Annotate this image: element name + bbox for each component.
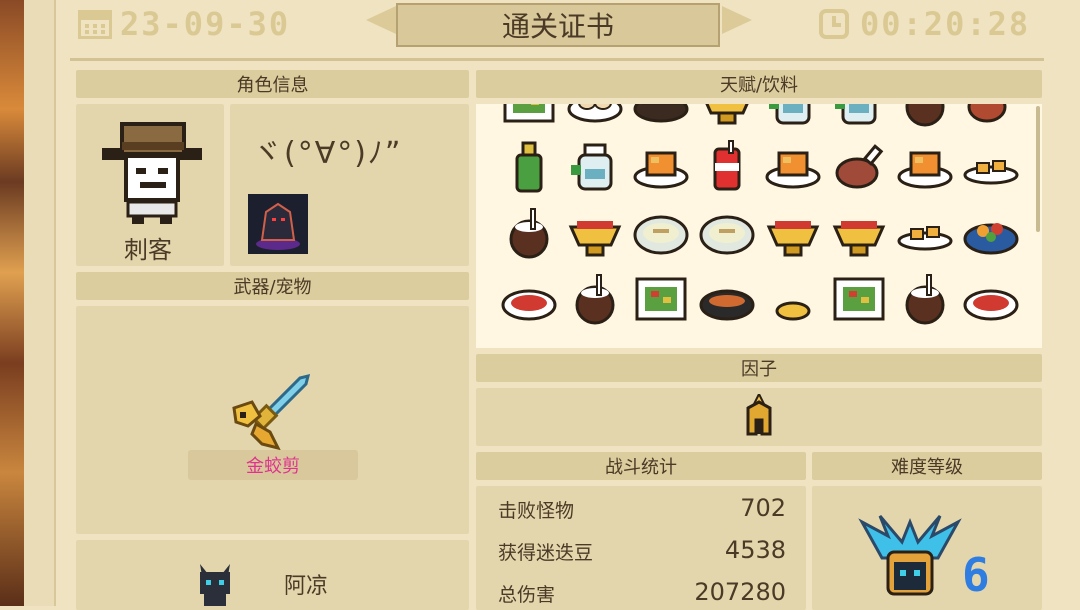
stat-label-kills: 击败怪物 (498, 500, 575, 522)
salad-plate-icon[interactable] (826, 266, 892, 332)
cookie-plate-icon[interactable] (958, 134, 1024, 200)
pet-name: 阿凉 (284, 574, 329, 599)
clock-icon (819, 9, 849, 39)
meat-leg-icon[interactable] (958, 104, 1024, 134)
stat-label-damage: 总伤害 (498, 584, 556, 606)
green-bottle-icon[interactable] (496, 134, 562, 200)
assassin-character-icon (102, 122, 202, 224)
background-edge (0, 0, 24, 606)
spartan-helmet-icon[interactable] (744, 394, 774, 440)
difficulty-header: 难度等级 (812, 452, 1042, 480)
red-plate-icon[interactable] (958, 266, 1024, 332)
ribbon-left (366, 6, 396, 34)
pet-card (76, 540, 469, 610)
dumpling-plate-icon[interactable] (562, 104, 628, 134)
potion-bottle-icon[interactable] (562, 134, 628, 200)
stat-label-beans: 获得迷迭豆 (498, 542, 594, 564)
difficulty-level: 6 (962, 548, 990, 602)
calendar-icon (78, 10, 112, 39)
black-cat-icon (200, 564, 230, 606)
factor-section-header: 因子 (476, 354, 1042, 382)
winged-demon-badge-icon (858, 515, 962, 596)
role-name: 刺客 (124, 236, 172, 264)
gold-bowl-icon[interactable] (760, 200, 826, 266)
stat-value-kills: 702 (740, 494, 786, 522)
coconut-drink-icon[interactable] (892, 104, 958, 134)
salad-plate-icon[interactable] (628, 266, 694, 332)
coconut-drink-icon[interactable] (562, 266, 628, 332)
weapon-name-label: 金蛟剪 (188, 450, 358, 480)
gold-bowl-icon[interactable] (826, 200, 892, 266)
potion-bottle-icon[interactable] (760, 104, 826, 134)
ribbon-right (722, 6, 752, 34)
date-text: 23-09-30 (120, 5, 291, 43)
noodle-bowl-icon[interactable] (628, 200, 694, 266)
soda-can-icon[interactable] (694, 134, 760, 200)
cake-plate-icon[interactable] (892, 134, 958, 200)
character-section-header: 角色信息 (76, 70, 469, 98)
talents-grid[interactable] (476, 104, 1042, 348)
elapsed-time-text: 00:20:28 (860, 5, 1031, 43)
dark-hooded-character-icon (248, 194, 308, 254)
cookie-plate-icon[interactable] (892, 200, 958, 266)
fruit-bowl-icon[interactable] (958, 200, 1024, 266)
salad-plate-icon[interactable] (496, 104, 562, 134)
small-bowl-icon[interactable] (760, 266, 826, 332)
coconut-drink-icon[interactable] (892, 266, 958, 332)
roast-chicken-icon[interactable] (628, 104, 694, 134)
gold-bowl-icon[interactable] (562, 200, 628, 266)
coconut-drink-icon[interactable] (496, 200, 562, 266)
certificate-title: 通关证书 (396, 3, 720, 47)
soup-bowl-icon[interactable] (694, 266, 760, 332)
cake-plate-icon[interactable] (760, 134, 826, 200)
time-display: 00:20:28 (818, 5, 1031, 43)
date-display: 23-09-30 (78, 5, 291, 43)
talents-scrollbar[interactable] (1036, 106, 1040, 232)
steak-icon[interactable] (826, 134, 892, 200)
potion-bottle-icon[interactable] (826, 104, 892, 134)
red-plate-icon[interactable] (496, 266, 562, 332)
noodle-bowl-icon[interactable] (694, 200, 760, 266)
weapon-name: 金蛟剪 (246, 456, 300, 477)
emote-text: ヾ(°∀°)ﾉ” (252, 136, 403, 171)
stat-value-damage: 207280 (694, 578, 786, 606)
golden-scissors-sword-icon (232, 373, 311, 451)
cake-plate-icon[interactable] (628, 134, 694, 200)
battle-stats-header: 战斗统计 (476, 452, 806, 480)
gold-bowl-icon[interactable] (694, 104, 760, 134)
stat-value-beans: 4538 (724, 536, 786, 564)
header-divider (70, 58, 1044, 61)
weapon-section-header: 武器/宠物 (76, 272, 469, 300)
talents-section-header: 天赋/饮料 (476, 70, 1042, 98)
paper-margin (24, 0, 54, 606)
